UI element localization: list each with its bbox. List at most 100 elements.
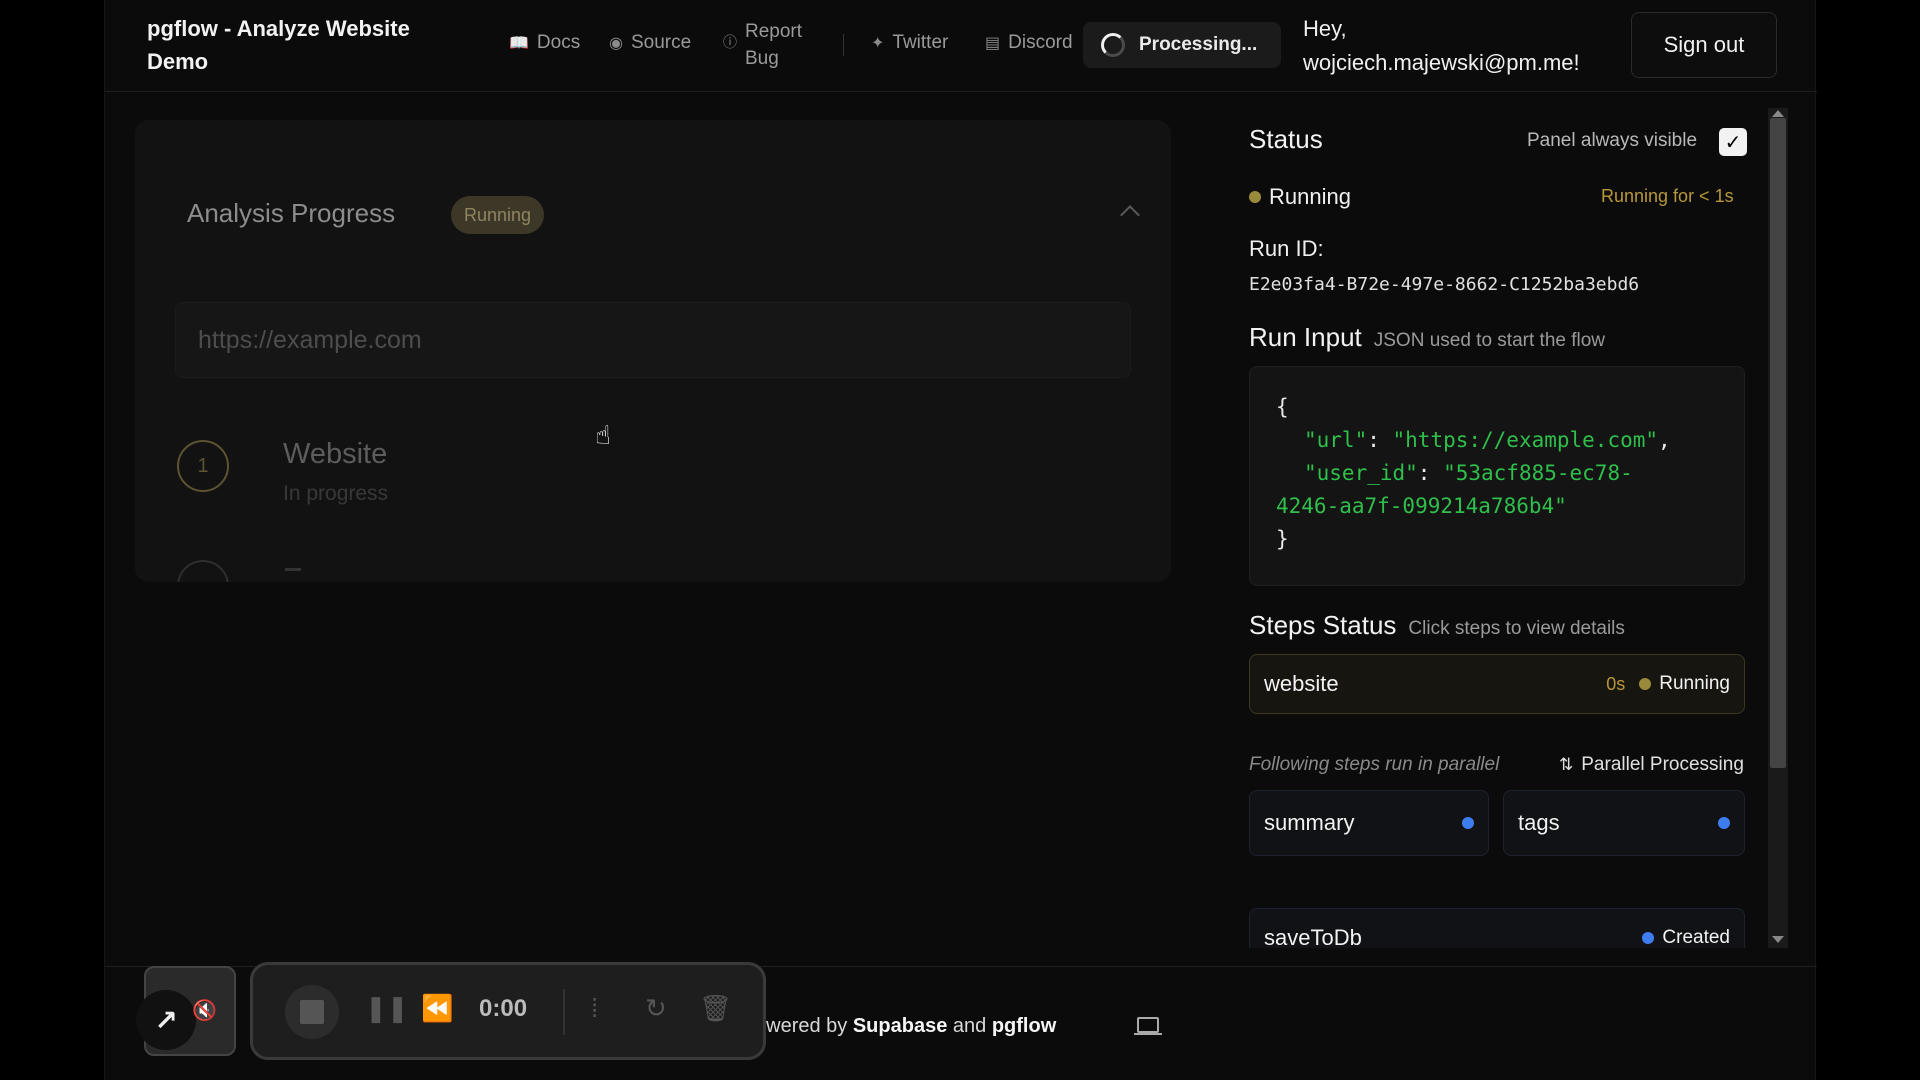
step-item-savetodb[interactable]: saveToDb Created xyxy=(1249,908,1745,948)
chat-icon: ▤ xyxy=(985,35,1001,52)
url-input[interactable]: https://example.com xyxy=(175,302,1131,378)
recorder-divider xyxy=(563,989,565,1035)
processing-button[interactable]: Processing... xyxy=(1083,22,1281,68)
parallel-note: Following steps run in parallel xyxy=(1249,754,1500,775)
info-icon: ⓘ xyxy=(723,34,737,50)
recorder-logo-icon[interactable]: ↗ xyxy=(136,990,196,1050)
analysis-progress-card: Analysis Progress Running https://exampl… xyxy=(135,120,1171,582)
mute-icon[interactable]: 🔇 xyxy=(192,998,217,1023)
processing-label: Processing... xyxy=(1139,34,1258,55)
powered-prefix: owered by xyxy=(755,1015,848,1037)
laptop-icon[interactable] xyxy=(1134,1017,1162,1035)
json-url-value: "https://example.com" xyxy=(1392,428,1659,452)
panel-visible-checkbox[interactable]: ✓ xyxy=(1719,128,1747,156)
restart-icon[interactable]: ↻ xyxy=(645,993,667,1024)
created-dot xyxy=(1642,932,1655,944)
grid-icon[interactable]: ⁞ xyxy=(591,993,598,1024)
panel-visible-label: Panel always visible xyxy=(1527,130,1698,151)
steps-status-header: Steps Status Click steps to view details xyxy=(1249,610,1625,641)
scroll-up-icon[interactable] xyxy=(1772,110,1784,117)
steps-status-title: Steps Status xyxy=(1249,610,1397,640)
recorder-toolbar: ❚❚ ⏪ 0:00 ⁞ ↻ 🗑 xyxy=(250,962,766,1060)
step-name-next xyxy=(285,568,301,571)
fork-icon: ⇅ xyxy=(1559,755,1574,774)
running-dot xyxy=(1639,678,1652,690)
nav-source-link[interactable]: ◉ Source xyxy=(609,32,691,54)
step-number: 1 xyxy=(177,440,229,492)
nav-source-label: Source xyxy=(630,32,692,53)
running-duration: Running for < 1s xyxy=(1601,186,1734,206)
nav-report-bug-link[interactable]: ⓘ Report Bug xyxy=(723,18,815,72)
step-item-status: Created xyxy=(1662,927,1730,948)
step-status: In progress xyxy=(283,482,389,505)
parallel-processing-text: Parallel Processing xyxy=(1581,754,1744,775)
created-dot xyxy=(1718,817,1730,829)
hand-cursor-icon: ☝ xyxy=(595,420,611,450)
created-dot xyxy=(1462,817,1474,829)
pgflow-link[interactable]: pgflow xyxy=(992,1015,1056,1037)
run-state-label: Running xyxy=(1269,184,1351,209)
step-item-time: 0s xyxy=(1606,673,1626,694)
user-greeting: Hey, wojciech.majewski@pm.me! xyxy=(1303,16,1580,75)
book-icon: 📖 xyxy=(509,35,529,52)
run-input-subtitle: JSON used to start the flow xyxy=(1373,330,1606,351)
nav-divider xyxy=(843,34,844,56)
step-item-tags[interactable]: tags xyxy=(1503,790,1745,856)
nav-discord-link[interactable]: ▤ Discord xyxy=(985,32,1073,54)
json-user-value-part2: 4246-aa7f-099214a786b4" xyxy=(1276,494,1567,518)
step-item-name: tags xyxy=(1518,810,1560,835)
recorder-time: 0:00 xyxy=(479,995,528,1022)
json-url-key: "url" xyxy=(1304,428,1368,452)
spinner-icon xyxy=(1101,33,1125,57)
step-item-website[interactable]: website 0s Running xyxy=(1249,654,1745,714)
step-item-name: saveToDb xyxy=(1264,925,1362,948)
scroll-down-icon[interactable] xyxy=(1772,936,1784,943)
run-input-header: Run Input JSON used to start the flow xyxy=(1249,322,1605,353)
nav-docs-label: Docs xyxy=(536,32,581,53)
card-title: Analysis Progress xyxy=(187,198,396,228)
running-dot xyxy=(1249,191,1261,203)
app-window: pgflow - Analyze Website Demo 📖 Docs ◉ S… xyxy=(104,0,1817,1080)
nav-twitter-link[interactable]: ✦ Twitter xyxy=(871,32,948,54)
sign-out-button[interactable]: Sign out xyxy=(1631,12,1777,78)
twitter-icon: ✦ xyxy=(871,35,885,52)
rewind-icon[interactable]: ⏪ xyxy=(421,993,453,1024)
run-state: Running xyxy=(1249,184,1351,210)
json-close-brace: } xyxy=(1276,527,1289,551)
step-item-name: summary xyxy=(1264,810,1355,835)
trash-icon[interactable]: 🗑 xyxy=(699,993,732,1024)
powered-by-text: owered by Supabase and pgflow xyxy=(755,1015,1056,1038)
pause-icon[interactable]: ❚❚ xyxy=(365,993,409,1024)
run-input-json: { "url": "https://example.com", "user_id… xyxy=(1249,366,1745,586)
top-header: pgflow - Analyze Website Demo 📖 Docs ◉ S… xyxy=(105,0,1817,92)
json-open-brace: { xyxy=(1276,395,1289,419)
stop-icon xyxy=(300,1000,324,1024)
step-item-summary[interactable]: summary xyxy=(1249,790,1489,856)
nav-docs-link[interactable]: 📖 Docs xyxy=(509,32,580,54)
scrollbar-thumb[interactable] xyxy=(1770,118,1786,768)
chevron-up-icon[interactable] xyxy=(1120,205,1140,225)
steps-status-subtitle: Click steps to view details xyxy=(1408,618,1625,639)
step-number-next xyxy=(177,560,229,582)
app-title: pgflow - Analyze Website Demo xyxy=(147,16,410,74)
parallel-processing-label: ⇅ Parallel Processing xyxy=(1559,754,1744,776)
run-input-title: Run Input xyxy=(1249,322,1362,352)
status-title: Status xyxy=(1249,124,1323,154)
supabase-link[interactable]: Supabase xyxy=(853,1015,947,1037)
step-name: Website xyxy=(283,438,388,470)
nav-report-bug-label: Report Bug xyxy=(745,21,803,69)
step-item-status: Running xyxy=(1659,673,1730,694)
panel-scrollbar[interactable] xyxy=(1768,108,1788,948)
status-badge: Running xyxy=(451,196,545,234)
github-icon: ◉ xyxy=(609,35,623,52)
run-id-label: Run ID: xyxy=(1249,236,1324,261)
stop-button[interactable] xyxy=(285,985,339,1039)
json-user-key: "user_id" xyxy=(1304,461,1418,485)
step-item-name: website xyxy=(1264,671,1339,696)
json-user-value-part1: "53acf885-ec78- xyxy=(1443,461,1633,485)
run-id-value: E2e03fa4-B72e-497e-8662-C1252ba3ebd6 xyxy=(1249,274,1640,295)
nav-discord-label: Discord xyxy=(1008,32,1073,53)
status-panel: Status Panel always visible ✓ Running Ru… xyxy=(1249,106,1789,948)
nav-twitter-label: Twitter xyxy=(892,32,949,53)
powered-and: and xyxy=(952,1015,987,1037)
